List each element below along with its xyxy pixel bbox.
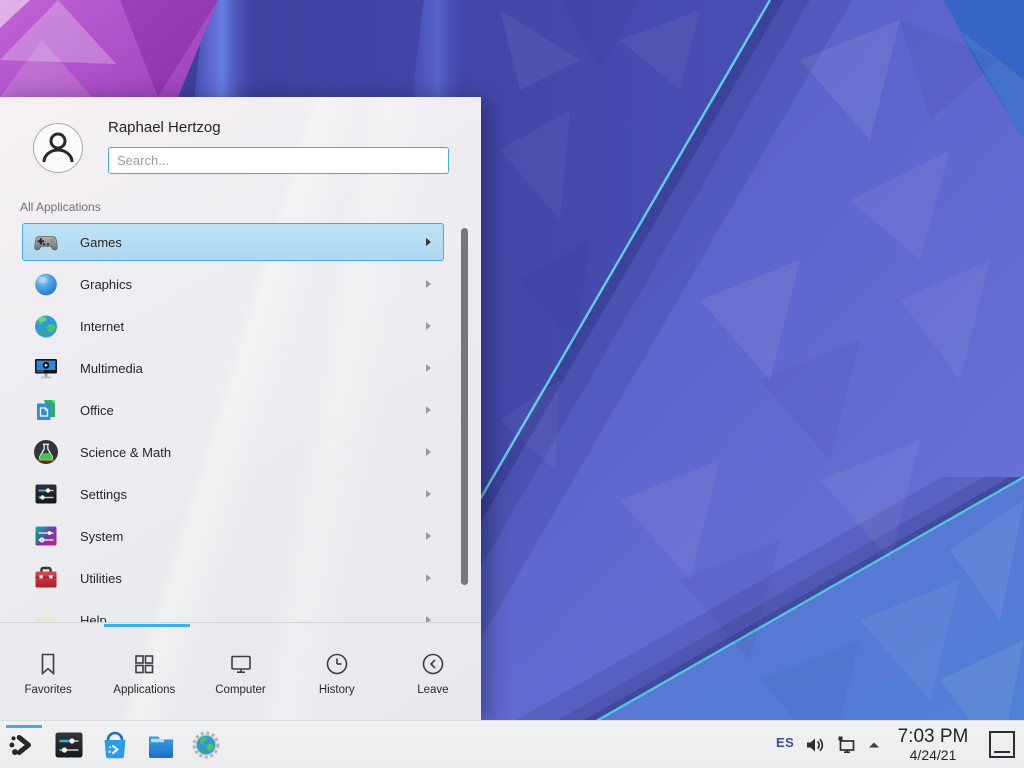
tab-label: Computer (215, 684, 266, 696)
documents-icon (32, 396, 60, 424)
list-scrollbar[interactable] (461, 228, 468, 585)
browser-globe-icon (190, 729, 222, 761)
system-settings-icon (53, 729, 85, 761)
submenu-arrow-icon (426, 238, 431, 246)
application-launcher-button[interactable] (6, 729, 38, 761)
category-list: Games Graphics Internet (0, 222, 481, 622)
leave-icon (420, 651, 446, 677)
keyboard-layout-indicator[interactable]: ES (776, 735, 794, 750)
discover-button[interactable] (99, 729, 131, 761)
system-settings-button[interactable] (53, 729, 85, 761)
section-label: All Applications (20, 200, 101, 214)
category-label: Graphics (80, 277, 426, 292)
user-icon (36, 126, 80, 170)
clock-time: 7:03 PM (898, 727, 969, 747)
category-office[interactable]: Office (22, 391, 444, 429)
tab-applications[interactable]: Applications (96, 627, 192, 720)
tab-label: Favorites (24, 684, 71, 696)
submenu-arrow-icon (426, 406, 431, 414)
submenu-arrow-icon (426, 364, 431, 372)
category-label: System (80, 529, 426, 544)
network-icon (835, 733, 859, 757)
submenu-arrow-icon (426, 490, 431, 498)
category-games[interactable]: Games (22, 223, 444, 261)
ball-icon (32, 270, 60, 298)
tab-favorites[interactable]: Favorites (0, 627, 96, 720)
submenu-arrow-icon (426, 574, 431, 582)
application-launcher-popup: Raphael Hertzog All Applications Games (0, 97, 481, 720)
discover-icon (99, 729, 131, 761)
kde-launcher-icon (6, 728, 38, 762)
gamepad-icon (32, 228, 60, 256)
globe-icon (32, 312, 60, 340)
category-label: Settings (80, 487, 426, 502)
tab-label: History (319, 684, 355, 696)
category-label: Games (80, 235, 426, 250)
volume-icon (804, 734, 826, 756)
taskbar: ES 7:03 PM 4/24/21 (0, 720, 1024, 768)
tray-expand-button[interactable] (863, 729, 885, 761)
tab-label: Applications (113, 684, 175, 696)
category-graphics[interactable]: Graphics (22, 265, 444, 303)
tab-history[interactable]: History (289, 627, 385, 720)
footer-separator (0, 622, 481, 623)
web-browser-button[interactable] (190, 729, 222, 761)
category-label: Utilities (80, 571, 426, 586)
submenu-arrow-icon (426, 448, 431, 456)
toolbox-icon (32, 564, 60, 592)
expand-caret-icon (866, 737, 882, 753)
category-utilities[interactable]: Utilities (22, 559, 444, 597)
sliders-icon (32, 480, 60, 508)
footer-tab-bar: Favorites Applications Computer (0, 627, 481, 720)
digital-clock[interactable]: 7:03 PM 4/24/21 (890, 725, 976, 765)
help-icon (32, 606, 60, 622)
monitor-play-icon (32, 354, 60, 382)
submenu-arrow-icon (426, 280, 431, 288)
network-tray-button[interactable] (833, 729, 861, 761)
grid-icon (131, 651, 157, 677)
submenu-arrow-icon (426, 532, 431, 540)
category-label: Multimedia (80, 361, 426, 376)
category-system[interactable]: System (22, 517, 444, 555)
user-avatar[interactable] (33, 123, 83, 173)
volume-tray-button[interactable] (802, 729, 828, 761)
tab-leave[interactable]: Leave (385, 627, 481, 720)
clock-icon (324, 651, 350, 677)
category-settings[interactable]: Settings (22, 475, 444, 513)
bookmark-icon (35, 651, 61, 677)
search-input[interactable] (108, 147, 449, 174)
tab-label: Leave (417, 684, 448, 696)
user-name: Raphael Hertzog (108, 119, 221, 136)
system-sliders-icon (32, 522, 60, 550)
show-desktop-button[interactable] (989, 731, 1015, 758)
file-manager-button[interactable] (145, 729, 177, 761)
tab-computer[interactable]: Computer (192, 627, 288, 720)
folder-icon (145, 729, 177, 761)
flask-icon (32, 438, 60, 466)
computer-icon (228, 651, 254, 677)
category-multimedia[interactable]: Multimedia (22, 349, 444, 387)
category-internet[interactable]: Internet (22, 307, 444, 345)
category-label: Help (80, 613, 426, 623)
category-label: Internet (80, 319, 426, 334)
category-help[interactable]: Help (22, 601, 444, 622)
category-science-math[interactable]: Science & Math (22, 433, 444, 471)
category-label: Office (80, 403, 426, 418)
clock-date: 4/24/21 (910, 747, 957, 763)
category-label: Science & Math (80, 445, 426, 460)
submenu-arrow-icon (426, 322, 431, 330)
